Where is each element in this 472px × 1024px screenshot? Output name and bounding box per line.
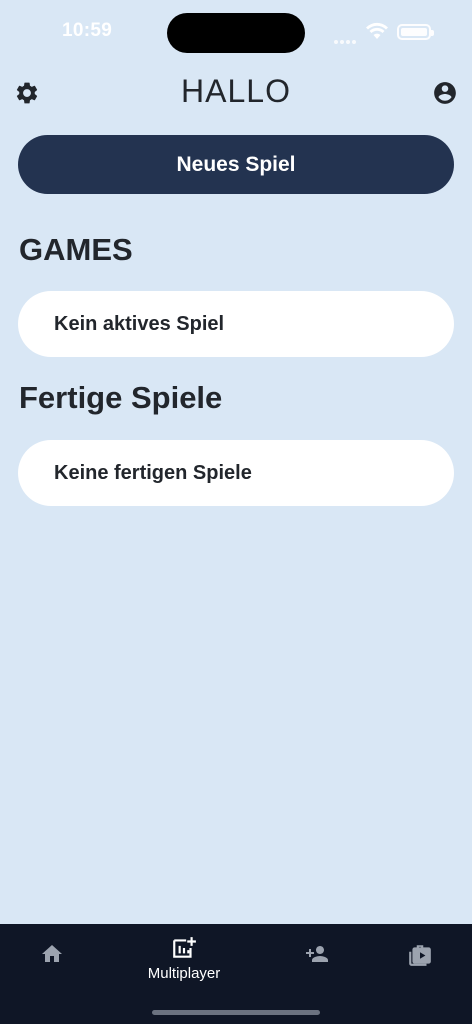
wifi-icon bbox=[366, 22, 388, 39]
section-title-games: GAMES bbox=[19, 232, 133, 267]
page-title: HALLO bbox=[181, 73, 291, 109]
multiplayer-icon bbox=[173, 937, 196, 958]
home-indicator bbox=[152, 1010, 320, 1015]
add-person-icon bbox=[306, 946, 328, 962]
home-icon bbox=[42, 945, 62, 962]
section-title-finished: Fertige Spiele bbox=[19, 380, 223, 415]
finished-games-card[interactable]: Keine fertigen Spiele bbox=[18, 440, 454, 506]
active-games-card[interactable]: Kein aktives Spiel bbox=[18, 291, 454, 357]
tab-add-friend[interactable] bbox=[286, 924, 346, 994]
cellular-signal-icon bbox=[334, 31, 358, 49]
bottom-tab-bar: Multiplayer bbox=[0, 924, 472, 1024]
tab-multiplayer[interactable]: Multiplayer bbox=[134, 924, 234, 994]
video-library-icon bbox=[409, 945, 431, 966]
tab-multiplayer-label: Multiplayer bbox=[147, 965, 221, 982]
header: HALLO bbox=[0, 70, 472, 114]
status-time: 10:59 bbox=[62, 20, 113, 41]
battery-icon bbox=[397, 24, 434, 40]
tab-library[interactable] bbox=[390, 924, 450, 994]
tab-home[interactable] bbox=[22, 924, 82, 994]
new-game-button[interactable]: Neues Spiel bbox=[18, 135, 454, 194]
status-bar: 10:59 bbox=[0, 0, 472, 64]
dynamic-island bbox=[167, 13, 305, 53]
active-games-empty-text: Kein aktives Spiel bbox=[54, 312, 225, 335]
finished-games-empty-text: Keine fertigen Spiele bbox=[54, 461, 252, 484]
account-circle-icon[interactable] bbox=[432, 80, 458, 106]
